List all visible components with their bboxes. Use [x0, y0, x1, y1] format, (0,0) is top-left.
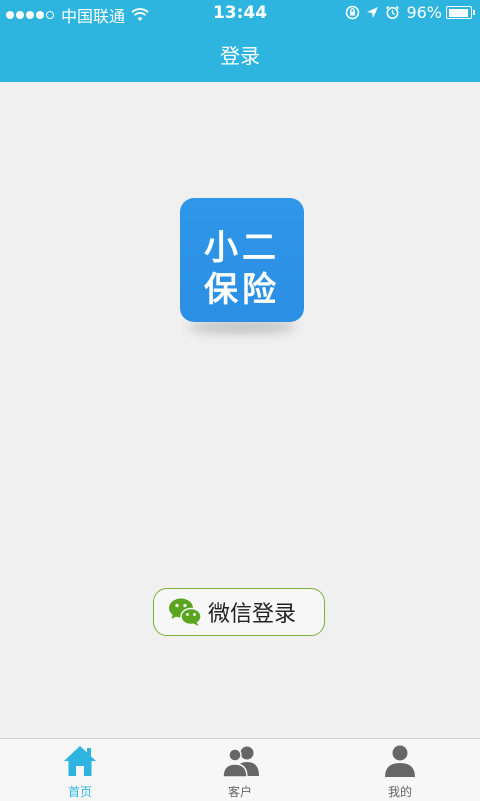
page-title: 登录 [220, 44, 260, 68]
wechat-icon [169, 598, 202, 626]
tab-home-label: 首页 [67, 785, 92, 799]
battery-percent: 96% [406, 3, 442, 22]
tab-home[interactable]: 首页 [20, 739, 140, 801]
home-icon [64, 746, 96, 776]
status-right: 96% [345, 3, 475, 22]
wechat-login-button[interactable]: 微信登录 [153, 588, 325, 636]
alarm-icon [386, 5, 400, 19]
rotation-lock-icon [346, 5, 360, 20]
tab-clients-label: 客户 [227, 785, 252, 799]
header: 中国联通 13:44 96% 登录 [0, 0, 480, 82]
location-icon [367, 7, 379, 18]
status-bar: 中国联通 13:44 96% [0, 0, 480, 28]
tab-clients[interactable]: 客户 [180, 739, 300, 801]
tab-mine[interactable]: 我的 [340, 739, 460, 801]
logo-tile: 小二 保险 [180, 198, 304, 322]
tab-mine-label: 我的 [387, 785, 412, 799]
user-icon [385, 745, 415, 777]
wechat-login-label: 微信登录 [208, 602, 297, 627]
app-logo: 小二 保险 [180, 198, 304, 334]
users-icon [222, 746, 259, 778]
battery-icon [446, 6, 475, 19]
logo-text-line2: 保险 [204, 270, 280, 310]
tab-bar: 首页 客户 我的 [0, 738, 480, 801]
logo-shadow [188, 320, 296, 334]
